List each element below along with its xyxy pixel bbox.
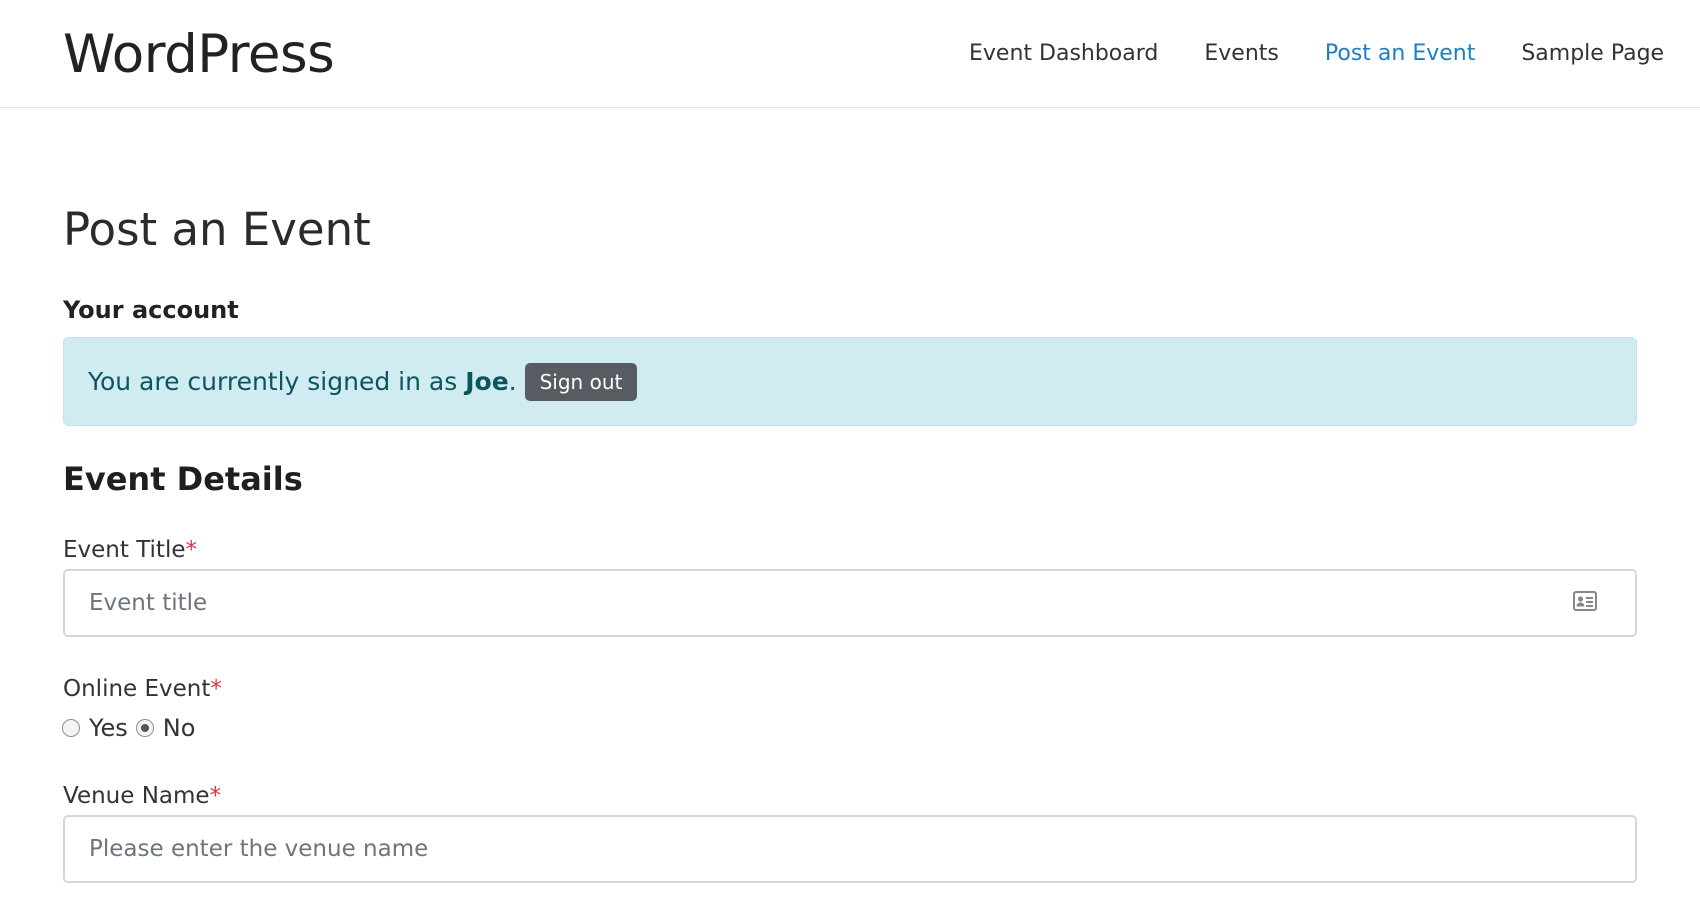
online-event-label-text: Online Event — [63, 676, 211, 702]
site-title[interactable]: WordPress — [63, 20, 335, 90]
online-event-no-radio[interactable] — [135, 719, 154, 737]
nav-item-sample-page[interactable]: Sample Page — [1521, 38, 1664, 70]
event-title-label-text: Event Title — [63, 537, 186, 563]
signed-in-text: You are currently signed in as — [88, 367, 458, 396]
radio-label-yes[interactable]: Yes — [89, 714, 128, 742]
online-event-label: Online Event* — [63, 673, 222, 705]
main-nav: Event Dashboard Events Post an Event Sam… — [969, 38, 1664, 70]
user-name: Joe — [465, 367, 509, 396]
signed-in-alert: You are currently signed in as Joe. Sign… — [63, 337, 1637, 426]
radio-label-no[interactable]: No — [163, 714, 196, 742]
nav-item-event-dashboard[interactable]: Event Dashboard — [969, 38, 1158, 70]
nav-item-events[interactable]: Events — [1204, 38, 1279, 70]
page-title: Post an Event — [63, 203, 371, 256]
venue-name-label-text: Venue Name — [63, 783, 210, 809]
event-title-label: Event Title* — [63, 534, 197, 566]
online-event-yes-radio[interactable] — [62, 719, 80, 737]
signed-in-suffix: . — [508, 367, 517, 396]
sign-out-button[interactable]: Sign out — [524, 362, 638, 401]
account-section-label: Your account — [63, 296, 239, 324]
nav-item-post-an-event[interactable]: Post an Event — [1325, 38, 1475, 70]
required-asterisk: * — [185, 537, 198, 563]
address-card-icon — [1573, 591, 1597, 611]
venue-name-input[interactable] — [63, 815, 1637, 883]
event-title-input[interactable] — [63, 569, 1637, 637]
required-asterisk: * — [210, 676, 222, 702]
online-event-radio-group: Yes No — [62, 712, 203, 744]
event-details-heading: Event Details — [63, 460, 303, 498]
required-asterisk: * — [209, 783, 222, 809]
venue-name-label: Venue Name* — [63, 780, 221, 812]
site-header: WordPress Event Dashboard Events Post an… — [0, 0, 1700, 108]
